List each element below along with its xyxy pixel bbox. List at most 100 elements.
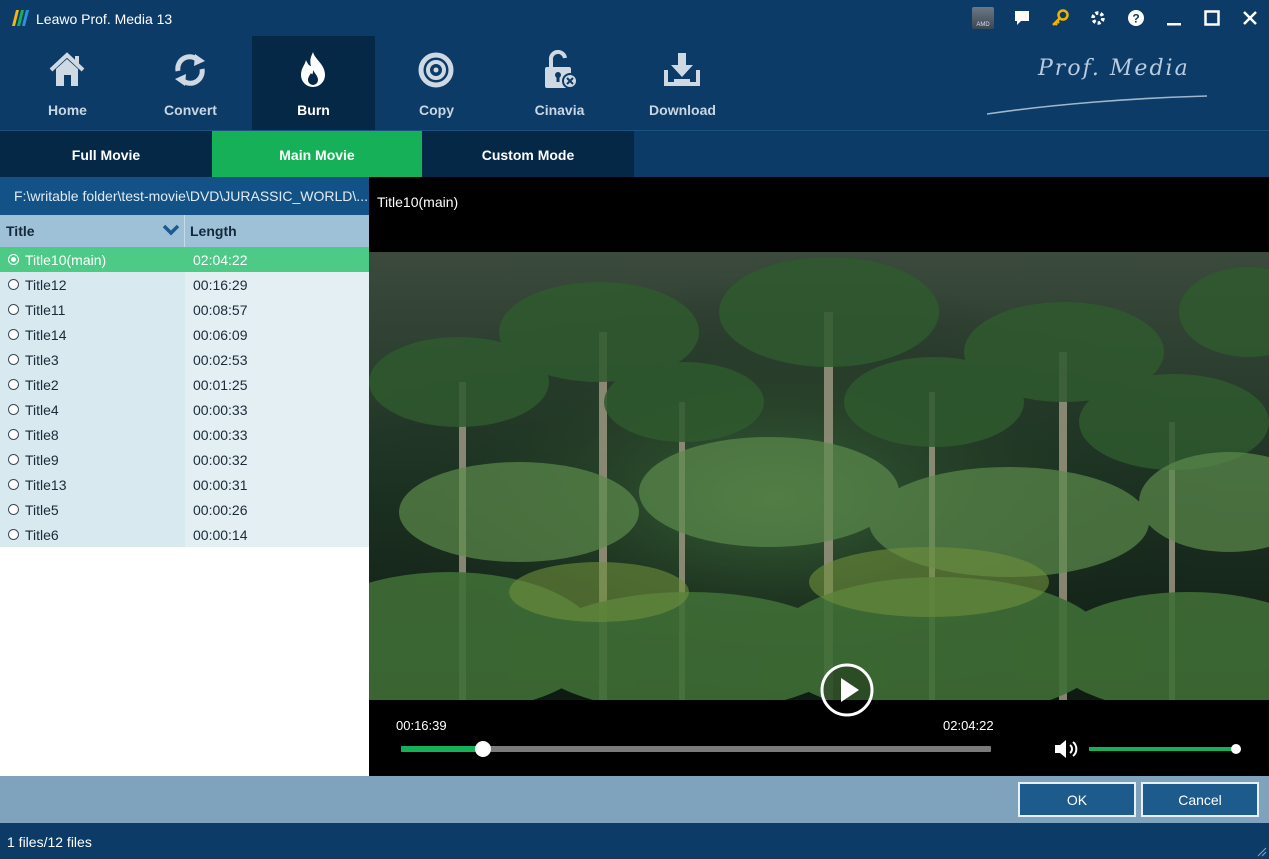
row-radio[interactable]	[8, 429, 19, 440]
nav-burn-label: Burn	[297, 102, 330, 118]
nav-home-label: Home	[48, 102, 87, 118]
nav-home[interactable]: Home	[6, 36, 129, 130]
row-title: Title14	[25, 327, 67, 343]
nav-copy-label: Copy	[419, 102, 454, 118]
row-radio[interactable]	[8, 329, 19, 340]
row-title: Title11	[25, 302, 66, 318]
row-title: Title6	[25, 527, 59, 543]
nav-cinavia[interactable]: Cinavia	[498, 36, 621, 130]
download-icon	[664, 53, 700, 86]
nav-convert[interactable]: Convert	[129, 36, 252, 130]
key-icon[interactable]	[1041, 0, 1079, 36]
brand-swoosh-icon	[986, 95, 1208, 115]
video-frame[interactable]	[369, 252, 1269, 700]
row-length: 00:00:26	[193, 502, 248, 518]
row-length: 00:00:33	[193, 427, 248, 443]
tab-full-movie[interactable]: Full Movie	[0, 131, 212, 178]
title-bar: Leawo Prof. Media 13 AMD ?	[0, 0, 1269, 36]
table-row[interactable]: Title11 00:08:57	[0, 297, 369, 322]
row-radio[interactable]	[8, 529, 19, 540]
total-time: 02:04:22	[943, 718, 994, 733]
jungle-frame-image	[369, 252, 1269, 700]
row-radio[interactable]	[8, 454, 19, 465]
table-row[interactable]: Title6 00:00:14	[0, 522, 369, 547]
minimize-icon[interactable]	[1155, 0, 1193, 36]
seek-bar-progress	[401, 746, 483, 752]
column-length-header[interactable]: Length	[190, 223, 237, 239]
tab-main-movie[interactable]: Main Movie	[212, 131, 422, 178]
table-row[interactable]: Title14 00:06:09	[0, 322, 369, 347]
svg-text:?: ?	[1132, 12, 1139, 26]
chat-icon[interactable]	[1003, 0, 1041, 36]
row-length: 00:00:31	[193, 477, 248, 493]
table-row[interactable]: Title2 00:01:25	[0, 372, 369, 397]
volume-icon[interactable]	[1053, 738, 1081, 760]
source-path: F:\writable folder\test-movie\DVD\JURASS…	[0, 177, 369, 215]
file-count-status: 1 files/12 files	[7, 834, 92, 850]
current-time: 00:16:39	[396, 718, 447, 733]
row-length: 00:06:09	[193, 327, 248, 343]
row-radio[interactable]	[8, 479, 19, 490]
row-title: Title8	[25, 427, 59, 443]
row-radio[interactable]	[8, 504, 19, 515]
table-row[interactable]: Title13 00:00:31	[0, 472, 369, 497]
convert-icon	[175, 54, 205, 86]
table-row[interactable]: Title8 00:00:33	[0, 422, 369, 447]
table-row[interactable]: Title3 00:02:53	[0, 347, 369, 372]
row-radio[interactable]	[8, 379, 19, 390]
gear-icon[interactable]	[1079, 0, 1117, 36]
resize-grip-icon[interactable]	[1255, 845, 1267, 857]
title-rows: Title10(main) 02:04:22 Title12 00:16:29 Titl…	[0, 247, 369, 547]
status-bar: 1 files/12 files	[0, 823, 1269, 859]
volume-slider-level	[1089, 747, 1236, 751]
table-row[interactable]: Title4 00:00:33	[0, 397, 369, 422]
amd-icon[interactable]: AMD	[963, 0, 1003, 36]
cancel-button[interactable]: Cancel	[1141, 782, 1259, 817]
main-nav: Home Convert Burn Copy Cinavia Download …	[0, 36, 1269, 130]
help-icon[interactable]: ?	[1117, 0, 1155, 36]
row-length: 00:00:14	[193, 527, 248, 543]
leawo-logo-icon	[12, 10, 29, 26]
table-row[interactable]: Title12 00:16:29	[0, 272, 369, 297]
row-length: 00:02:53	[193, 352, 248, 368]
close-icon[interactable]	[1231, 0, 1269, 36]
ok-button[interactable]: OK	[1018, 782, 1136, 817]
row-length: 00:01:25	[193, 377, 248, 393]
seek-bar[interactable]	[401, 741, 991, 757]
row-title: Title4	[25, 402, 59, 418]
seek-bar-handle[interactable]	[475, 741, 491, 757]
column-title-header[interactable]: Title	[6, 223, 35, 239]
row-length: 00:00:32	[193, 452, 248, 468]
table-row[interactable]: Title9 00:00:32	[0, 447, 369, 472]
row-radio[interactable]	[8, 279, 19, 290]
title-icons: AMD ?	[963, 0, 1269, 36]
nav-download[interactable]: Download	[621, 36, 744, 130]
list-header: Title Length	[0, 215, 369, 247]
player-title: Title10(main)	[377, 194, 459, 210]
nav-convert-label: Convert	[164, 102, 217, 118]
nav-burn[interactable]: Burn	[252, 36, 375, 130]
volume-slider-handle[interactable]	[1230, 744, 1241, 754]
volume-slider[interactable]	[1089, 744, 1241, 754]
tab-custom-mode[interactable]: Custom Mode	[422, 131, 634, 178]
home-icon	[49, 52, 85, 86]
brand-logo: Prof. Media	[1038, 56, 1190, 81]
row-radio[interactable]	[8, 404, 19, 415]
table-row[interactable]: Title10(main) 02:04:22	[0, 247, 369, 272]
table-row[interactable]: Title5 00:00:26	[0, 497, 369, 522]
nav-cinavia-label: Cinavia	[534, 102, 585, 118]
maximize-icon[interactable]	[1193, 0, 1231, 36]
row-title: Title13	[25, 477, 67, 493]
row-radio[interactable]	[8, 354, 19, 365]
row-title: Title10(main)	[25, 252, 107, 268]
row-title: Title9	[25, 452, 59, 468]
chevron-down-icon[interactable]	[162, 221, 180, 239]
row-radio[interactable]	[8, 304, 19, 315]
flame-icon	[301, 52, 325, 87]
nav-copy[interactable]: Copy	[375, 36, 498, 130]
row-title: Title2	[25, 377, 59, 393]
disc-icon	[418, 52, 454, 88]
play-button[interactable]	[820, 663, 874, 717]
row-radio[interactable]	[8, 254, 19, 265]
row-length: 00:00:33	[193, 402, 248, 418]
